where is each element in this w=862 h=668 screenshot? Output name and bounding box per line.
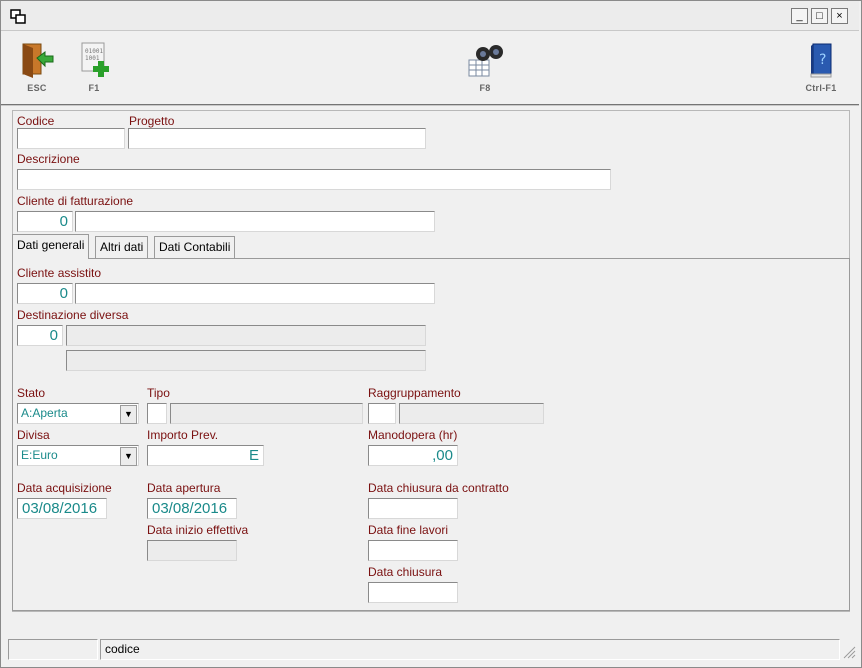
tab-dati-contabili[interactable]: Dati Contabili: [154, 236, 236, 258]
stato-label: Stato: [17, 386, 46, 400]
stato-select[interactable]: A:Aperta ▼: [17, 403, 139, 424]
cliente-fatturazione-label: Cliente di fatturazione: [17, 194, 134, 208]
tab-dati-generali[interactable]: Dati generali: [12, 234, 90, 259]
f8-search-button[interactable]: F8: [462, 40, 508, 93]
resize-grip-icon[interactable]: [842, 645, 856, 659]
cliente-fatturazione-code-input[interactable]: 0: [17, 211, 73, 232]
f8-label: F8: [479, 83, 491, 93]
f1-new-button[interactable]: 01001 1001 F1: [72, 40, 116, 93]
data-inizio-field: [147, 540, 237, 561]
importo-prev-label: Importo Prev.: [147, 428, 219, 442]
help-book-icon: ?: [798, 40, 844, 83]
descrizione-input[interactable]: [17, 169, 611, 190]
raggruppamento-desc-field: [399, 403, 544, 424]
ctrl-f1-label: Ctrl-F1: [805, 83, 837, 93]
data-chiusura-contratto-label: Data chiusura da contratto: [368, 481, 509, 495]
progetto-label: Progetto: [129, 114, 175, 128]
chevron-down-icon[interactable]: ▼: [120, 447, 137, 466]
svg-text:1001: 1001: [85, 55, 100, 62]
manodopera-label: Manodopera (hr): [368, 428, 458, 442]
data-chiusura-label: Data chiusura: [368, 565, 443, 579]
codice-label: Codice: [17, 114, 55, 128]
data-acquisizione-label: Data acquisizione: [17, 481, 112, 495]
status-panel-left: [8, 639, 98, 660]
ctrl-f1-help-button[interactable]: ? Ctrl-F1: [798, 40, 844, 93]
tab-altri-dati[interactable]: Altri dati: [95, 236, 149, 258]
cliente-assistito-code-input[interactable]: 0: [17, 283, 73, 304]
chevron-down-icon[interactable]: ▼: [120, 405, 137, 424]
descrizione-label: Descrizione: [17, 152, 80, 166]
data-apertura-input[interactable]: 03/08/2016: [147, 498, 237, 519]
data-inizio-label: Data inizio effettiva: [147, 523, 249, 537]
manodopera-input[interactable]: ,00: [368, 445, 458, 466]
data-fine-lavori-input[interactable]: [368, 540, 458, 561]
svg-text:01001: 01001: [85, 48, 103, 55]
data-chiusura-contratto-input[interactable]: [368, 498, 458, 519]
destinazione-code-input[interactable]: 0: [17, 325, 63, 346]
progetto-input[interactable]: [128, 128, 426, 149]
stato-value: A:Aperta: [21, 406, 68, 420]
status-field-hint: codice: [100, 639, 840, 660]
divisa-select[interactable]: E:Euro ▼: [17, 445, 139, 466]
minimize-button[interactable]: _: [791, 8, 808, 24]
cliente-assistito-label: Cliente assistito: [17, 266, 102, 280]
destinazione-line2-field: [66, 350, 426, 371]
raggruppamento-label: Raggruppamento: [368, 386, 461, 400]
data-chiusura-input[interactable]: [368, 582, 458, 603]
cliente-assistito-name-input[interactable]: [75, 283, 435, 304]
destinazione-label: Destinazione diversa: [17, 308, 129, 322]
exit-door-icon: [14, 40, 60, 83]
search-binoculars-icon: [462, 40, 508, 83]
tipo-code-input[interactable]: [147, 403, 167, 424]
divisa-label: Divisa: [17, 428, 50, 442]
esc-label: ESC: [27, 83, 47, 93]
data-acquisizione-input[interactable]: 03/08/2016: [17, 498, 107, 519]
esc-button[interactable]: ESC: [14, 40, 60, 93]
f1-label: F1: [88, 83, 100, 93]
new-record-icon: 01001 1001: [72, 40, 116, 83]
window-restore-icon[interactable]: [10, 9, 28, 25]
title-bar: [1, 1, 859, 31]
toolbar: [1, 32, 859, 106]
raggruppamento-code-input[interactable]: [368, 403, 396, 424]
close-button[interactable]: ×: [831, 8, 848, 24]
data-apertura-label: Data apertura: [147, 481, 221, 495]
tipo-desc-field: [170, 403, 363, 424]
svg-text:?: ?: [819, 52, 826, 68]
tipo-label: Tipo: [147, 386, 170, 400]
destinazione-line1-field: [66, 325, 426, 346]
divisa-value: E:Euro: [21, 448, 58, 462]
codice-input[interactable]: [17, 128, 125, 149]
cliente-fatturazione-name-input[interactable]: [75, 211, 435, 232]
importo-prev-input[interactable]: E: [147, 445, 264, 466]
maximize-button[interactable]: □: [811, 8, 828, 24]
data-fine-lavori-label: Data fine lavori: [368, 523, 449, 537]
